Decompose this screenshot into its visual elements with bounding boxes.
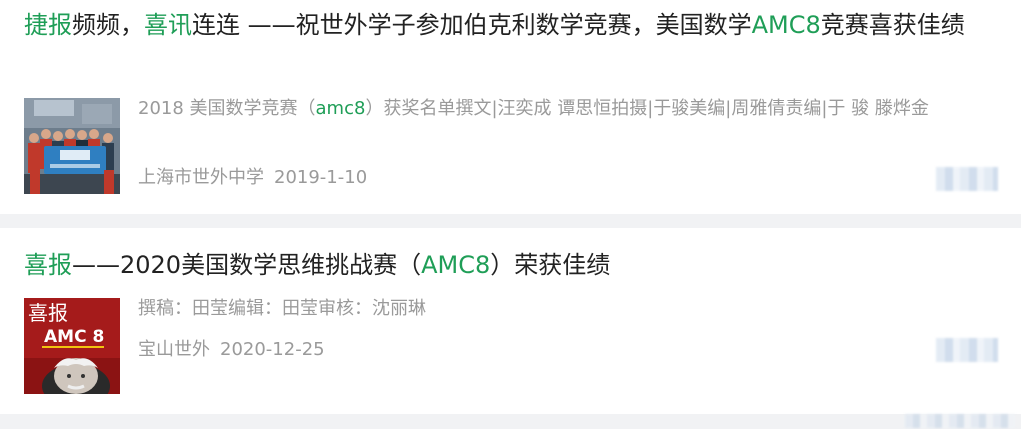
article-date: 2019-1-10	[274, 167, 368, 188]
thumbnail-graphic	[24, 98, 120, 194]
article-title[interactable]: 喜报——2020美国数学思维挑战赛（AMC8）荣获佳绩	[24, 246, 1004, 285]
highlighted-keyword: 喜讯	[144, 11, 192, 39]
good-news-poster-icon[interactable]: 喜报 AMC 8	[24, 298, 120, 394]
article-summary: 撰稿：田莹编辑：田莹审核：沈丽琳	[138, 295, 1000, 322]
text-segment: ——2020美国数学思维挑战赛（	[72, 251, 422, 279]
text-segment: 竞赛喜获佳绩	[820, 11, 965, 39]
article-date: 2020-12-25	[220, 339, 325, 360]
text-segment: 连连 ——祝世外学子参加伯克利数学竞赛，美国数学	[192, 11, 752, 39]
highlighted-keyword: amc8	[315, 98, 366, 119]
article-source[interactable]: 上海市世外中学	[138, 167, 264, 188]
article-title[interactable]: 捷报频频，喜讯连连 ——祝世外学子参加伯克利数学竞赛，美国数学AMC8竞赛喜获佳…	[24, 6, 1004, 45]
poster-subtitle: AMC 8	[44, 327, 104, 347]
text-segment: 2018 美国数学竞赛（	[138, 98, 316, 119]
article-card[interactable]: 捷报频频，喜讯连连 ——祝世外学子参加伯克利数学竞赛，美国数学AMC8竞赛喜获佳…	[0, 0, 1021, 214]
highlighted-keyword: 喜报	[24, 251, 72, 279]
obscured-watermark	[905, 414, 1015, 428]
obscured-control	[936, 167, 998, 191]
text-segment: ）获奖名单撰文|汪奕成 谭思恒拍摄|于骏美编|周雅倩责编|于 骏 滕烨金	[365, 98, 929, 119]
article-meta: 上海市世外中学 2019-1-10	[138, 166, 367, 190]
text-segment: 撰稿：田莹编辑：田莹审核：沈丽琳	[138, 298, 426, 319]
thumbnail-graphic: 喜报 AMC 8	[24, 298, 120, 394]
article-summary: 2018 美国数学竞赛（amc8）获奖名单撰文|汪奕成 谭思恒拍摄|于骏美编|周…	[138, 95, 1000, 122]
obscured-control	[936, 338, 998, 362]
award-group-photo-icon[interactable]	[24, 98, 120, 194]
highlighted-keyword: AMC8	[751, 11, 821, 39]
text-segment: 频频，	[72, 11, 144, 39]
highlighted-keyword: 捷报	[24, 11, 72, 39]
article-meta: 宝山世外 2020-12-25	[138, 338, 325, 362]
article-card[interactable]: 喜报——2020美国数学思维挑战赛（AMC8）荣获佳绩 喜报 AMC 8 撰稿：…	[0, 228, 1021, 414]
text-segment: ）荣获佳绩	[490, 251, 611, 279]
poster-title: 喜报	[28, 301, 68, 325]
highlighted-keyword: AMC8	[421, 251, 491, 279]
article-source[interactable]: 宝山世外	[138, 339, 210, 360]
